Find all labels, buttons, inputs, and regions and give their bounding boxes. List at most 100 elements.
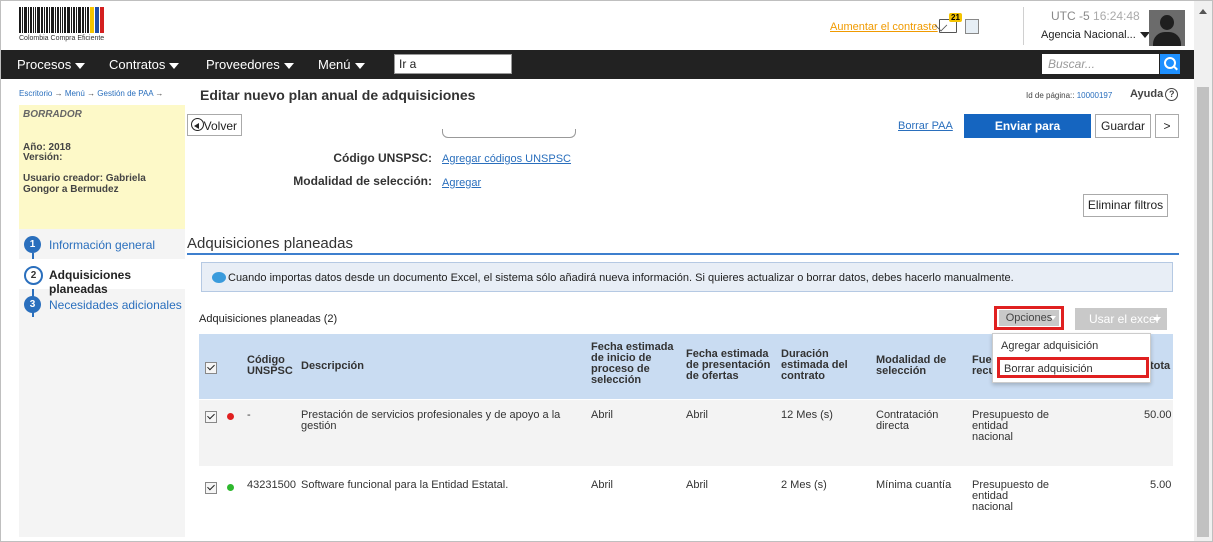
barcode-logo-icon xyxy=(19,7,119,33)
col-code: Código UNSPSC xyxy=(247,354,293,377)
draft-status: BORRADOR xyxy=(23,109,82,120)
col-total: tota xyxy=(1150,360,1171,372)
chevron-down-icon xyxy=(495,62,505,68)
col-modality: Modalidad de selección xyxy=(876,354,947,377)
col-start-date: Fecha estimada de inicio de proceso de s… xyxy=(591,341,674,386)
step-adquisiciones-planeadas[interactable]: 2 Adquisiciones planeadas xyxy=(19,259,185,296)
cell-offers-date: Abril xyxy=(686,479,709,491)
chevron-down-icon xyxy=(354,62,365,69)
agency-selector[interactable]: Agencia Nacional... xyxy=(1041,29,1150,41)
notification-badge: 21 xyxy=(949,13,962,22)
cell-code: 43231500 xyxy=(247,479,296,491)
col-description: Descripción xyxy=(301,360,364,372)
cell-duration: 12 Mes (s) xyxy=(781,409,833,421)
cell-modality: Mínima cuantía xyxy=(876,479,952,491)
cell-source: Presupuesto de entidad nacional xyxy=(972,409,1050,443)
step-number: 3 xyxy=(24,296,41,313)
section-title: Adquisiciones planeadas xyxy=(187,235,353,252)
help-link[interactable]: Ayuda? xyxy=(1130,88,1179,101)
nav-procesos-label: Procesos xyxy=(17,57,72,72)
clear-filters-button[interactable]: Eliminar filtros xyxy=(1083,194,1168,217)
cell-source: Presupuesto de entidad nacional xyxy=(972,479,1050,513)
logo[interactable]: Colombia Compra Eficiente xyxy=(19,7,119,45)
nav-menu-label: Menú xyxy=(318,57,351,72)
col-duration: Duración estimada del contrato xyxy=(781,348,848,382)
info-banner: Cuando importas datos desde un documento… xyxy=(201,262,1173,292)
menu-delete-acquisition[interactable]: Borrar adquisición xyxy=(997,357,1149,378)
cell-code: - xyxy=(247,409,251,421)
options-button[interactable]: Opciones xyxy=(994,306,1064,330)
row-checkbox[interactable] xyxy=(205,482,217,494)
cell-total: 50.00 xyxy=(1144,409,1172,421)
main-nav: Procesos Contratos Proveedores Menú Ir a… xyxy=(1,50,1194,79)
add-modality-link[interactable]: Agregar xyxy=(442,177,481,189)
page-id: Id de página:: 10000197 xyxy=(1026,91,1112,100)
save-button[interactable]: Guardar xyxy=(1095,114,1151,138)
breadcrumb-escritorio[interactable]: Escritorio xyxy=(19,89,52,98)
draft-panel: BORRADOR Año: 2018 Versión: Usuario crea… xyxy=(19,105,185,229)
cell-description: Software funcional para la Entidad Estat… xyxy=(301,479,509,491)
delete-paa-link[interactable]: Borrar PAA xyxy=(898,120,953,132)
cell-duration: 2 Mes (s) xyxy=(781,479,827,491)
row-checkbox[interactable] xyxy=(205,411,217,423)
page-title: Editar nuevo plan anual de adquisiciones xyxy=(200,87,476,103)
breadcrumb-menu[interactable]: Menú xyxy=(65,89,85,98)
select-all-checkbox[interactable] xyxy=(205,362,217,374)
step-necesidades-adicionales[interactable]: 3 Necesidades adicionales xyxy=(19,289,185,319)
field-edge xyxy=(442,129,576,138)
page-id-label: Id de página:: xyxy=(1026,91,1075,100)
draft-creator: Usuario creador: Gabriela Gongor a Bermu… xyxy=(23,173,146,195)
goto-select[interactable]: Ir a xyxy=(394,54,512,74)
back-button[interactable]: Volver xyxy=(187,114,242,136)
agency-name: Agencia Nacional... xyxy=(1041,29,1136,41)
table-row[interactable]: 43231500 Software funcional para la Enti… xyxy=(199,467,1173,533)
status-dot-icon xyxy=(227,413,234,420)
chevron-down-icon xyxy=(283,62,294,69)
document-icon[interactable] xyxy=(965,19,979,34)
vertical-scrollbar[interactable] xyxy=(1194,1,1212,541)
section-divider xyxy=(187,253,1179,255)
nav-menu[interactable]: Menú xyxy=(318,57,365,72)
nav-proveedores[interactable]: Proveedores xyxy=(206,57,294,72)
browser-frame: Colombia Compra Eficiente Aumentar el co… xyxy=(0,0,1213,542)
clock: UTC -5 16:24:48 xyxy=(1051,9,1140,23)
top-header: Colombia Compra Eficiente Aumentar el co… xyxy=(1,1,1194,49)
use-excel-button[interactable]: Usar el excel xyxy=(1075,308,1167,330)
nav-contratos[interactable]: Contratos xyxy=(109,57,180,72)
help-icon: ? xyxy=(1165,88,1179,101)
add-unspsc-link[interactable]: Agregar códigos UNSPSC xyxy=(442,153,571,165)
send-approval-button[interactable]: Enviar para aprobación xyxy=(964,114,1091,157)
goto-value: Ir a xyxy=(399,57,417,71)
step-label: Necesidades adicionales xyxy=(49,298,182,312)
nav-proveedores-label: Proveedores xyxy=(206,57,280,72)
cell-description: Prestación de servicios profesionales y … xyxy=(301,409,561,432)
search-icon[interactable] xyxy=(1160,54,1180,74)
table-row[interactable]: - Prestación de servicios profesionales … xyxy=(199,400,1173,466)
options-label: Opciones xyxy=(999,310,1059,326)
page-id-value: 10000197 xyxy=(1076,91,1113,100)
cell-start-date: Abril xyxy=(591,409,614,421)
breadcrumb-arrow: → xyxy=(54,89,63,98)
unspsc-label: Código UNSPSC: xyxy=(333,151,432,165)
cell-start-date: Abril xyxy=(591,479,614,491)
draft-version: Versión: xyxy=(23,152,63,163)
header-divider xyxy=(1023,7,1024,45)
col-offers-date: Fecha estimada de presentación de oferta… xyxy=(686,348,771,382)
modality-label: Modalidad de selección: xyxy=(293,174,432,188)
nav-procesos[interactable]: Procesos xyxy=(17,57,86,72)
clock-time: 16:24:48 xyxy=(1093,9,1140,23)
breadcrumb-paa[interactable]: Gestión de PAA xyxy=(97,89,153,98)
search-input[interactable]: Buscar... xyxy=(1042,54,1159,74)
acquisitions-count: Adquisiciones planeadas (2) xyxy=(199,313,338,325)
avatar[interactable] xyxy=(1149,10,1185,46)
col-source: Fue recu xyxy=(972,354,996,377)
contrast-link[interactable]: Aumentar el contraste xyxy=(830,21,938,33)
more-button[interactable]: > xyxy=(1155,114,1179,138)
menu-add-acquisition[interactable]: Agregar adquisición xyxy=(1001,340,1098,352)
step-informacion-general[interactable]: 1 Información general xyxy=(19,229,185,259)
scroll-up-icon[interactable] xyxy=(1199,9,1207,14)
breadcrumb: Escritorio → Menú → Gestión de PAA → xyxy=(19,89,163,98)
nav-contratos-label: Contratos xyxy=(109,57,166,72)
chat-bubble-icon xyxy=(212,272,226,283)
scrollbar-thumb[interactable] xyxy=(1197,87,1209,537)
